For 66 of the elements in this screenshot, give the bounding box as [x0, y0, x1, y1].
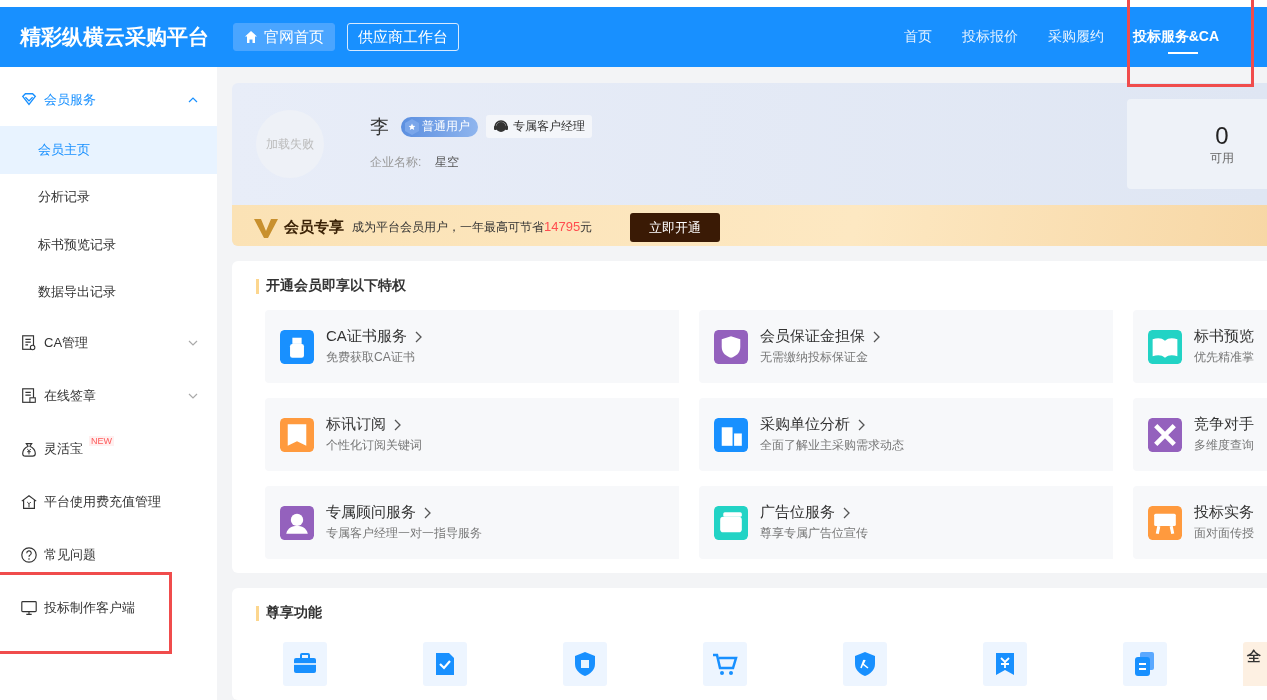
card-subtitle: 无需缴纳投标保证金: [760, 349, 869, 366]
privilege-card[interactable]: 投标实务 面对面传授: [1133, 486, 1267, 559]
home-icon: [244, 30, 258, 44]
company-name: 星空: [435, 153, 460, 171]
sidebar-subitem[interactable]: 标书预览记录: [0, 221, 217, 269]
house-icon: [20, 492, 38, 511]
feature-button[interactable]: [563, 642, 607, 686]
privilege-card[interactable]: CA证书服务 免费获取CA证书: [265, 310, 679, 383]
sidebar-subitem[interactable]: 分析记录: [0, 173, 217, 221]
card-subtitle: 多维度查询: [1194, 437, 1254, 454]
card-subtitle: 个性化订阅关键词: [326, 437, 422, 454]
card-title: 竞争对手: [1194, 415, 1254, 434]
privilege-card[interactable]: 标讯订阅 个性化订阅关键词: [265, 398, 679, 471]
account-manager-button[interactable]: 专属客户经理: [486, 115, 592, 138]
feature-button[interactable]: [843, 642, 887, 686]
promo-card[interactable]: 全: [1243, 642, 1267, 686]
card-title: 标讯订阅: [326, 415, 386, 434]
feature-button[interactable]: [283, 642, 327, 686]
card-title: CA证书服务: [326, 327, 407, 346]
monitor-icon: [20, 598, 38, 617]
sidebar-item[interactable]: 常见问题: [0, 528, 217, 581]
privilege-card[interactable]: 标书预览 优先精准掌: [1133, 310, 1267, 383]
crown-v-icon: [254, 216, 278, 239]
card-subtitle: 全面了解业主采购需求动态: [760, 437, 904, 454]
card-title: 采购单位分析: [760, 415, 850, 434]
card-subtitle: 尊享专属广告位宣传: [760, 525, 868, 542]
privilege-card[interactable]: 竞争对手 多维度查询: [1133, 398, 1267, 471]
stat-value: 0: [1215, 121, 1229, 150]
company-label: 企业名称:: [370, 153, 422, 171]
banner-text: 成为平台会员用户，一年最高可节省14795元: [352, 219, 593, 236]
privilege-card[interactable]: 采购单位分析 全面了解业主采购需求动态: [699, 398, 1113, 471]
privilege-card[interactable]: 专属顾问服务 专属客户经理一对一指导服务: [265, 486, 679, 559]
card-title: 广告位服务: [760, 503, 835, 522]
sidebar-subitem[interactable]: 数据导出记录: [0, 268, 217, 316]
feature-button[interactable]: [983, 642, 1027, 686]
privilege-card[interactable]: 广告位服务 尊享专属广告位宣传: [699, 486, 1113, 559]
headset-icon: [493, 118, 509, 135]
card-subtitle: 面对面传授: [1194, 525, 1254, 542]
document-icon: [20, 386, 38, 405]
section-title: 开通会员即享以下特权: [266, 277, 406, 295]
help-icon: [20, 545, 38, 564]
sidebar-item[interactable]: 平台使用费充值管理: [0, 475, 217, 528]
feature-button[interactable]: [703, 642, 747, 686]
sidebar-item[interactable]: 投标制作客户端: [0, 581, 217, 634]
card-subtitle: 专属客户经理一对一指导服务: [326, 525, 482, 542]
feature-button[interactable]: [423, 642, 467, 686]
user-name: 李: [370, 114, 389, 139]
activate-button[interactable]: 立即开通: [630, 213, 721, 242]
card-title: 标书预览: [1194, 327, 1254, 346]
card-subtitle: 优先精准掌: [1194, 349, 1254, 366]
stat-label: 可用: [1210, 149, 1234, 167]
card-title: 专属顾问服务: [326, 503, 416, 522]
sidebar-item[interactable]: CA管理: [0, 316, 217, 369]
card-title: 投标实务: [1194, 503, 1254, 522]
new-badge: NEW: [89, 436, 114, 446]
level-badge: 普通用户: [401, 116, 478, 137]
card-title: 会员保证金担保: [760, 327, 865, 346]
feature-button[interactable]: [1123, 642, 1167, 686]
avatar-load-failed-text: 加载失败: [266, 135, 314, 153]
privilege-card[interactable]: 会员保证金担保 无需缴纳投标保证金: [699, 310, 1113, 383]
document-icon: [20, 333, 38, 352]
banner-title: 会员专享: [284, 218, 344, 237]
card-subtitle: 免费获取CA证书: [326, 349, 416, 366]
sidebar-item[interactable]: 在线签章: [0, 369, 217, 422]
section-title: 尊享功能: [266, 604, 322, 622]
sidebar-item[interactable]: 灵活宝 NEW: [0, 422, 217, 475]
